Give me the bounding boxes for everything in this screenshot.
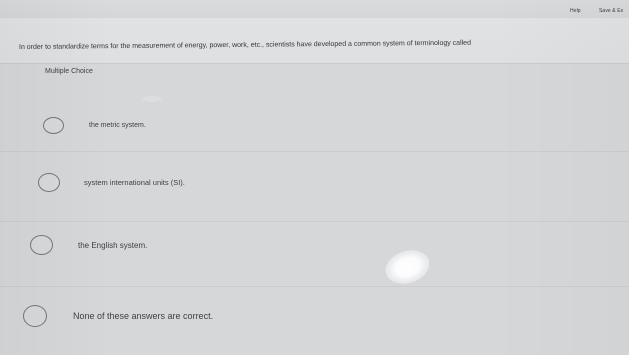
quiz-screen: Help Save & Ex In order to standardize t… [0,0,629,355]
option-divider [0,151,629,152]
option-label: the metric system. [89,122,146,129]
radio-button[interactable] [38,173,60,192]
option-label: the English system. [78,240,148,250]
answer-option-4[interactable]: None of these answers are correct. [23,305,213,327]
answer-option-3[interactable]: the English system. [30,235,147,255]
top-bar: Help Save & Ex [0,0,629,18]
radio-button[interactable] [23,305,47,327]
radio-button[interactable] [43,117,64,134]
answer-option-1[interactable]: the metric system. [43,117,146,134]
option-divider [0,286,629,287]
save-and-exit-link[interactable]: Save & Ex [599,8,623,14]
option-label: system international units (SI). [84,178,185,187]
screen-smudge [142,96,162,102]
question-type-label: Multiple Choice [45,68,93,75]
question-prompt: In order to standardize terms for the me… [18,39,471,51]
option-divider [0,221,629,222]
help-link[interactable]: Help [570,8,581,14]
answer-option-2[interactable]: system international units (SI). [38,173,185,192]
option-label: None of these answers are correct. [73,311,214,321]
panel-divider [0,63,629,64]
radio-button[interactable] [30,235,53,255]
